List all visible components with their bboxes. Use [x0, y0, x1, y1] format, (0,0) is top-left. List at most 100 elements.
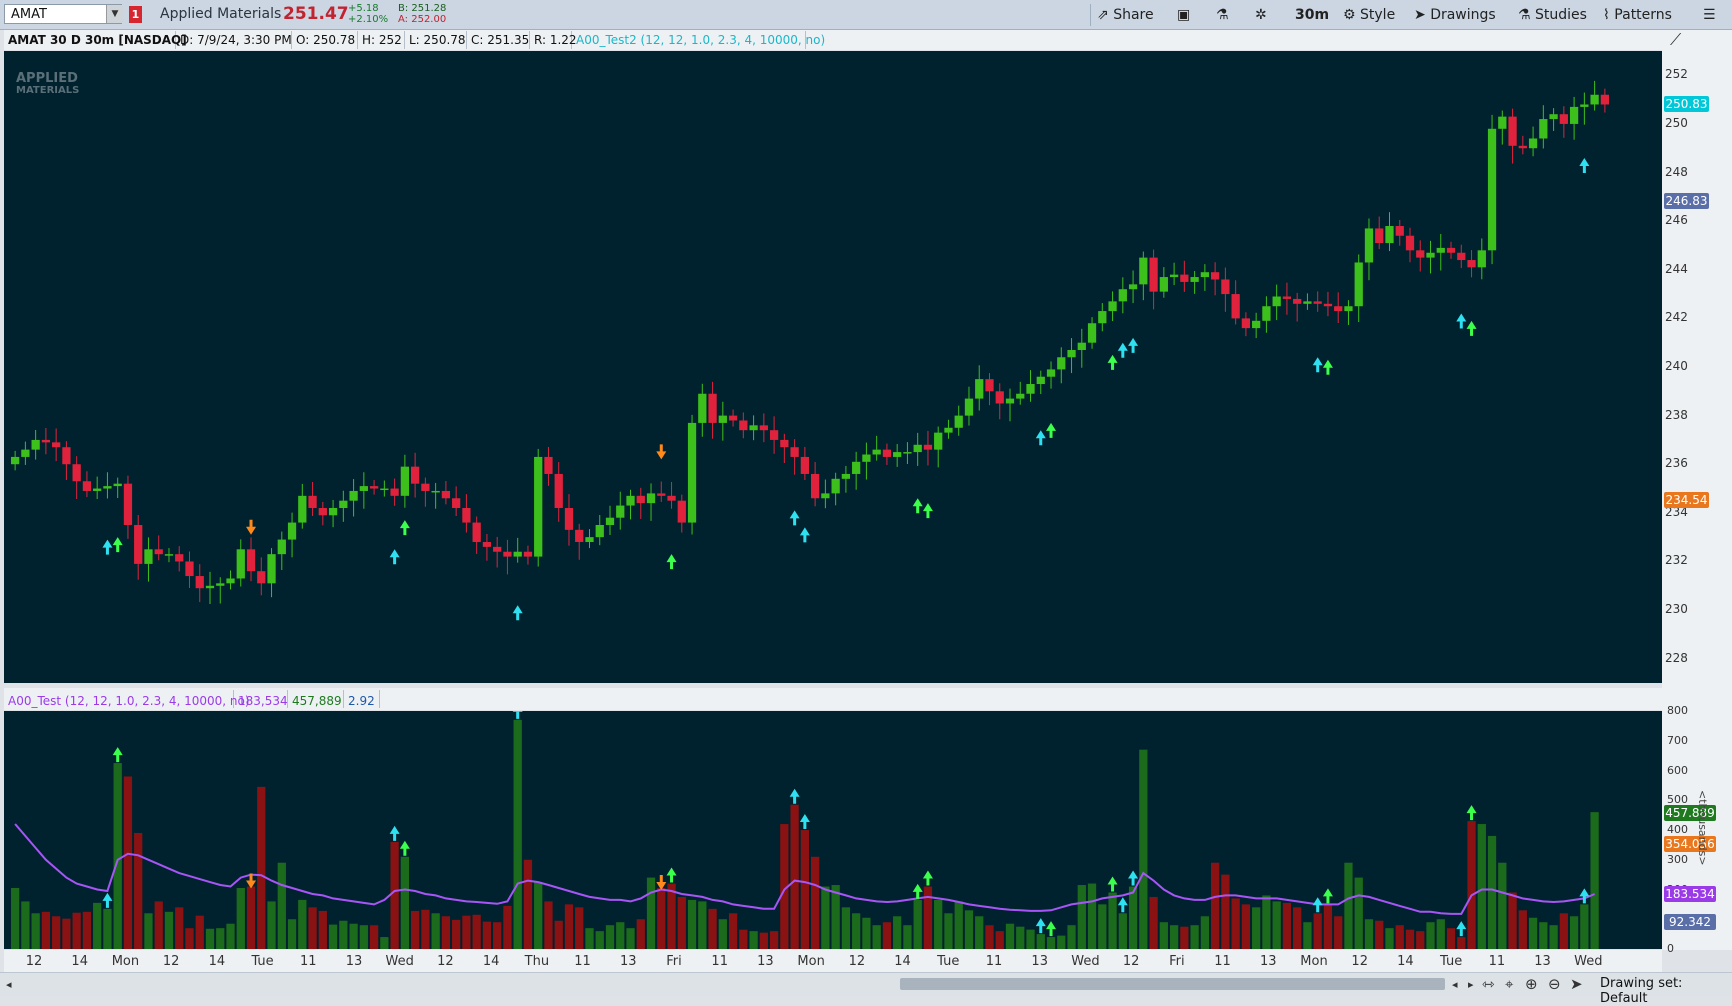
- zoom-out-icon[interactable]: ⊖: [1548, 975, 1561, 993]
- expand-icon[interactable]: ⇿: [1482, 975, 1495, 993]
- volume-bar: [298, 899, 307, 949]
- volume-study-info: A00_Test (12, 12, 1.0, 2.3, 4, 10000, no…: [4, 688, 1662, 710]
- study-label[interactable]: A00_Test2 (12, 12, 1.0, 2.3, 4, 10000, n…: [572, 31, 825, 49]
- volume-bar: [236, 888, 245, 949]
- candle-body: [369, 486, 379, 489]
- volume-bar: [1180, 926, 1189, 949]
- candle-body: [298, 495, 307, 523]
- share-button[interactable]: ⇗ Share: [1097, 5, 1154, 25]
- candle-body: [1211, 272, 1220, 280]
- volume-bar: [687, 899, 697, 949]
- volume-bar: [1436, 919, 1445, 949]
- company-name: Applied Materials: [160, 6, 282, 22]
- volume-bar: [554, 920, 563, 949]
- gear-icon[interactable]: ✲: [1255, 5, 1267, 25]
- time-tick-label: 12: [437, 954, 454, 969]
- time-tick-label: 13: [620, 954, 637, 969]
- symbol-dropdown-chevron-down-icon[interactable]: ▼: [106, 5, 123, 23]
- candle-body: [718, 415, 727, 423]
- candle-body: [1026, 384, 1035, 394]
- symbol-input[interactable]: AMAT: [4, 4, 122, 24]
- volume-bar: [595, 931, 604, 949]
- volume-bar: [934, 899, 943, 949]
- time-tick-label: Fri: [666, 954, 682, 969]
- symbol-link-badge[interactable]: 1: [129, 6, 142, 23]
- candle-body: [52, 442, 61, 448]
- candle-body: [359, 486, 368, 491]
- volume-bar: [431, 913, 440, 949]
- flask-icon[interactable]: ⚗: [1216, 5, 1229, 25]
- patterns-button[interactable]: ⌇ Patterns: [1603, 5, 1672, 25]
- scroll-thumb[interactable]: [900, 978, 1445, 990]
- candle-body: [1344, 306, 1353, 312]
- snapshot-icon[interactable]: ▣: [1177, 5, 1190, 25]
- zoom-in-icon[interactable]: ⊕: [1525, 975, 1538, 993]
- drawing-set-label[interactable]: Drawing set: Default: [1600, 976, 1732, 1006]
- candle-body: [790, 447, 799, 457]
- time-axis[interactable]: 12 14 Mon 12 14 Tue 11 13 Wed 12 14 Thu 11 13 Fri 11 13 M…: [4, 950, 1662, 972]
- time-tick-label: Fri: [1169, 954, 1185, 969]
- volume-bar: [1303, 922, 1312, 949]
- volume-bar: [1426, 922, 1435, 949]
- volume-chart[interactable]: [4, 703, 1662, 949]
- candle-body: [1539, 119, 1548, 139]
- signal-up-arrow-icon: [1322, 359, 1333, 375]
- volume-tick-label: 700: [1667, 733, 1688, 747]
- volume-study-title[interactable]: A00_Test (12, 12, 1.0, 2.3, 4, 10000, no…: [4, 690, 250, 708]
- candle-body: [646, 493, 656, 504]
- candle-body: [636, 495, 645, 504]
- drawing-tool-icon[interactable]: ⟋: [1670, 30, 1681, 50]
- candle-body: [390, 488, 399, 496]
- volume-study-value1: 183,534: [234, 690, 288, 708]
- time-tick-label: Tue: [937, 954, 960, 969]
- signal-up-arrow-icon: [512, 605, 523, 621]
- volume-tick-label: 300: [1667, 852, 1688, 866]
- time-tick-label: 13: [757, 954, 774, 969]
- candle-body: [739, 420, 748, 431]
- volume-plot: [11, 703, 1599, 949]
- price-chart[interactable]: APPLIED MATERIALS: [4, 51, 1662, 683]
- drawings-button[interactable]: ➤ Drawings: [1414, 5, 1496, 25]
- volume-bar: [369, 925, 379, 949]
- time-tick-label: 11: [985, 954, 1003, 969]
- volume-bar: [923, 886, 933, 949]
- volume-bar: [380, 937, 389, 949]
- chart-scrollbar[interactable]: ◂ ◂ ▸ ⇿ ⌖ ⊕ ⊖ ➤ Drawing set: Default: [0, 972, 1732, 1006]
- volume-bar: [564, 904, 574, 949]
- time-tick-label: Wed: [1071, 954, 1100, 969]
- candle-body: [605, 517, 615, 525]
- volume-bar: [257, 786, 266, 949]
- volume-bar: [287, 919, 297, 949]
- candle-body: [1149, 257, 1158, 292]
- volume-tag: 183.534: [1664, 886, 1716, 903]
- signal-up-arrow-icon: [789, 510, 800, 526]
- candle-body: [1313, 301, 1322, 304]
- timeframe-button[interactable]: 30m: [1295, 5, 1329, 25]
- style-button[interactable]: ⚙ Style: [1343, 5, 1395, 25]
- studies-button[interactable]: ⚗ Studies: [1518, 5, 1587, 25]
- volume-bar: [800, 830, 809, 949]
- crosshair-icon[interactable]: ⌖: [1505, 975, 1513, 993]
- volume-bar: [1344, 862, 1353, 949]
- volume-bar: [1498, 862, 1507, 949]
- volume-bar: [1128, 886, 1138, 949]
- candle-body: [287, 522, 297, 540]
- menu-icon[interactable]: ☰: [1703, 5, 1716, 25]
- pointer-icon[interactable]: ➤: [1570, 975, 1583, 993]
- bar-high: H: 252: [358, 31, 405, 49]
- volume-bar: [277, 862, 286, 949]
- time-tick-label: 14: [1397, 954, 1414, 969]
- volume-bar: [1477, 824, 1486, 949]
- scroll-left-icon[interactable]: ◂: [6, 978, 12, 991]
- volume-bar: [1528, 917, 1538, 949]
- candle-body: [144, 549, 153, 564]
- volume-bar: [1467, 821, 1476, 949]
- candle-body: [995, 391, 1004, 404]
- volume-bar: [1569, 916, 1579, 949]
- candle-body: [441, 490, 451, 499]
- volume-bar: [421, 909, 430, 949]
- volume-bar: [944, 913, 953, 949]
- scroll-forward-icon[interactable]: ▸: [1468, 978, 1474, 991]
- scroll-back-icon[interactable]: ◂: [1452, 978, 1458, 991]
- volume-bar: [216, 928, 225, 949]
